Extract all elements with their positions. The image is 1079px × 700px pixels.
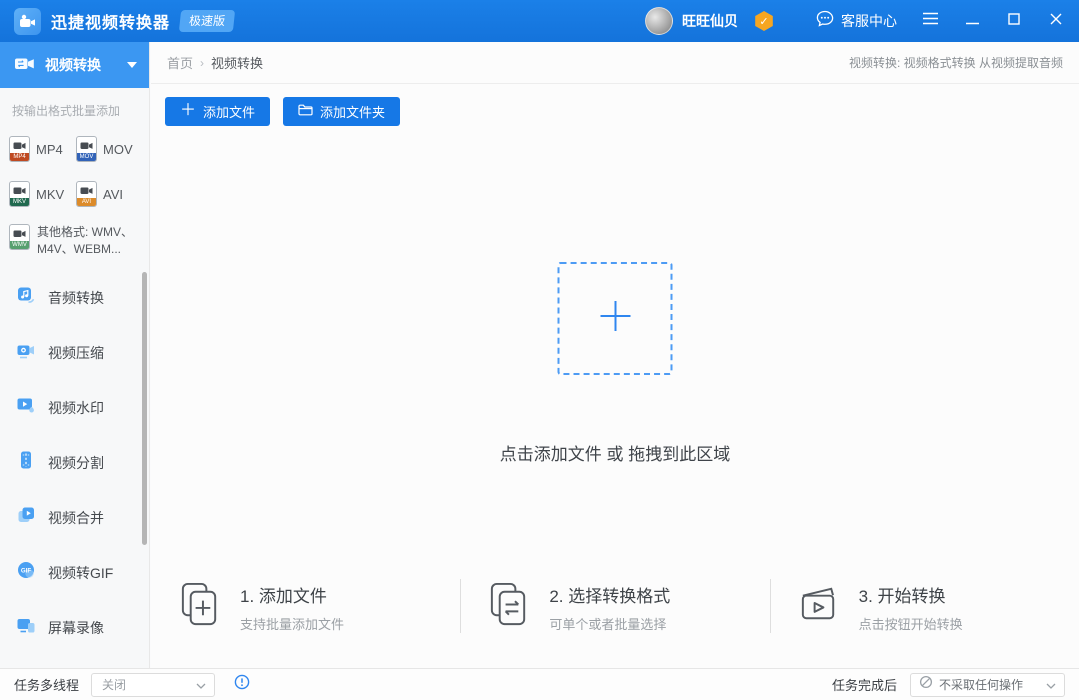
dropzone[interactable]	[558, 262, 673, 375]
chat-bubble-icon	[816, 10, 834, 32]
thread-select[interactable]: 关闭	[91, 673, 215, 697]
close-button[interactable]	[1047, 12, 1065, 30]
add-plus-icon	[594, 295, 636, 342]
chevron-down-icon	[196, 676, 206, 694]
wmv-file-icon: WMV	[9, 224, 30, 250]
edition-badge: 极速版	[179, 10, 235, 32]
sidebar: 视频转换 按输出格式批量添加 MP4 MP4 MOV MOV	[0, 42, 150, 668]
add-folder-button[interactable]: 添加文件夹	[283, 97, 400, 126]
mode-subtitle: 视频转换: 视频格式转换 从视频提取音频	[849, 54, 1063, 71]
svg-text:GIF: GIF	[21, 567, 32, 574]
titlebar: 迅捷视频转换器 极速版 旺旺仙贝 ✓ 客服中心	[0, 0, 1079, 42]
breadcrumb-home[interactable]: 首页	[167, 53, 193, 72]
thread-info-button[interactable]	[234, 674, 250, 695]
format-add-other[interactable]: WMV 其他格式: WMV、M4V、WEBM...	[9, 224, 145, 258]
folder-icon	[298, 104, 313, 119]
maximize-button[interactable]	[1005, 12, 1023, 30]
breadcrumb-separator: ›	[200, 56, 204, 70]
maximize-icon	[1008, 12, 1020, 30]
format-add-mov[interactable]: MOV MOV	[76, 136, 143, 162]
thread-label: 任务多线程	[14, 675, 79, 694]
plus-icon: ＋	[180, 103, 196, 119]
minimize-icon	[966, 12, 979, 30]
pages-swap-icon	[486, 581, 533, 633]
sidebar-item-video-to-gif[interactable]: GIF 视频转GIF	[0, 545, 149, 600]
dropzone-hint: 点击添加文件 或 拖拽到此区域	[151, 440, 1079, 465]
breadcrumb-current: 视频转换	[211, 53, 263, 72]
chevron-down-icon	[1046, 676, 1056, 694]
close-icon	[1050, 12, 1062, 30]
step-start-convert: 3. 开始转换 点击按钮开始转换	[770, 564, 1079, 650]
screen-record-icon	[16, 615, 36, 640]
breadcrumb: 首页 › 视频转换 视频转换: 视频格式转换 从视频提取音频	[151, 42, 1079, 84]
app-title: 迅捷视频转换器	[51, 9, 170, 33]
steps-guide: 1. 添加文件 支持批量添加文件 2. 选择转换格式 可单个或者批量选择	[151, 564, 1079, 650]
format-add-mkv[interactable]: MKV MKV	[9, 181, 76, 207]
mov-file-icon: MOV	[76, 136, 97, 162]
app-logo-icon	[14, 8, 41, 35]
video-compress-icon	[16, 340, 36, 365]
audio-convert-icon	[16, 285, 36, 310]
avi-file-icon: AVI	[76, 181, 97, 207]
after-select-value: 不采取任何操作	[939, 676, 1046, 693]
clapperboard-play-icon	[796, 581, 843, 633]
sidebar-menu: 音频转换 视频压缩	[0, 270, 149, 655]
no-action-icon	[919, 675, 933, 694]
username[interactable]: 旺旺仙贝	[682, 11, 738, 31]
video-convert-icon	[14, 54, 35, 77]
sidebar-item-video-compress[interactable]: 视频压缩	[0, 325, 149, 380]
sidebar-item-video-watermark[interactable]: 视频水印	[0, 380, 149, 435]
add-file-button[interactable]: ＋ 添加文件	[165, 97, 270, 126]
sidebar-item-screen-record[interactable]: 屏幕录像	[0, 600, 149, 655]
mkv-file-icon: MKV	[9, 181, 30, 207]
minimize-button[interactable]	[963, 12, 981, 30]
user-avatar[interactable]	[645, 7, 673, 35]
video-watermark-icon	[16, 395, 36, 420]
format-section-label: 按输出格式批量添加	[12, 102, 120, 119]
main-panel: 首页 › 视频转换 视频转换: 视频格式转换 从视频提取音频 ＋ 添加文件 添加…	[151, 42, 1079, 668]
vip-badge-icon[interactable]: ✓	[754, 11, 774, 31]
support-center-label: 客服中心	[841, 11, 897, 31]
step-choose-format: 2. 选择转换格式 可单个或者批量选择	[460, 564, 769, 650]
info-icon	[234, 674, 250, 695]
format-add-mp4[interactable]: MP4 MP4	[9, 136, 76, 162]
app-window: 迅捷视频转换器 极速版 旺旺仙贝 ✓ 客服中心	[0, 0, 1079, 700]
thread-select-value: 关闭	[102, 676, 196, 693]
sidebar-item-video-merge[interactable]: 视频合并	[0, 490, 149, 545]
hamburger-icon	[922, 12, 939, 30]
video-split-icon	[16, 450, 36, 475]
toolbar: ＋ 添加文件 添加文件夹	[151, 84, 1079, 126]
sidebar-item-video-convert[interactable]: 视频转换	[0, 42, 149, 88]
menu-button[interactable]	[921, 12, 939, 30]
video-to-gif-icon: GIF	[16, 560, 36, 585]
format-add-avi[interactable]: AVI AVI	[76, 181, 143, 207]
mp4-file-icon: MP4	[9, 136, 30, 162]
chevron-down-icon	[127, 62, 137, 68]
sidebar-scrollbar[interactable]	[142, 272, 147, 545]
video-merge-icon	[16, 505, 36, 530]
sidebar-item-audio-convert[interactable]: 音频转换	[0, 270, 149, 325]
step-add-files: 1. 添加文件 支持批量添加文件	[151, 564, 460, 650]
after-task-label: 任务完成后	[832, 675, 897, 694]
sidebar-item-video-split[interactable]: 视频分割	[0, 435, 149, 490]
support-center-button[interactable]: 客服中心	[816, 10, 897, 32]
pages-plus-icon	[177, 581, 224, 633]
footer-bar: 任务多线程 关闭 任务完成后	[0, 668, 1079, 700]
after-action-select[interactable]: 不采取任何操作	[910, 673, 1065, 697]
sidebar-item-label: 视频转换	[45, 55, 101, 75]
